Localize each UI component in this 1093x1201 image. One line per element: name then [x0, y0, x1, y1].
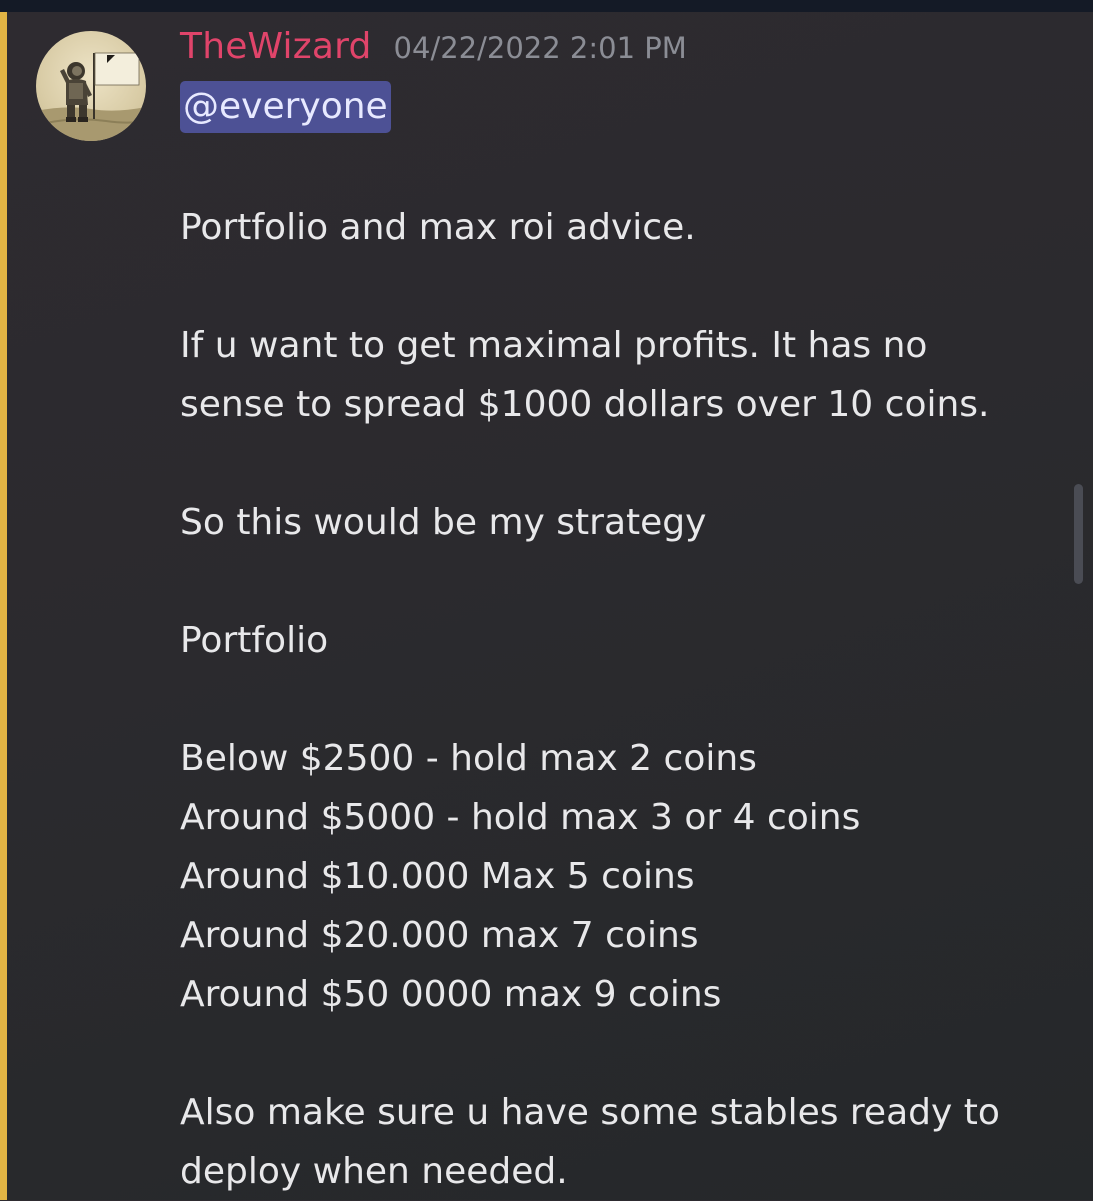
message-line: Portfolio and max roi advice.	[180, 207, 696, 248]
message-line: Around $20.000 max 7 coins	[180, 915, 699, 956]
everyone-mention[interactable]: @everyone	[180, 81, 391, 133]
top-bar	[0, 0, 1093, 12]
message-line: deploy when needed.	[180, 1151, 568, 1192]
mention-highlight-bar	[0, 12, 7, 1200]
message-line: Below $2500 - hold max 2 coins	[180, 738, 757, 779]
message-line: So this would be my strategy	[180, 502, 707, 543]
scrollbar-thumb[interactable]	[1074, 484, 1083, 584]
user-avatar[interactable]	[36, 31, 146, 141]
message-line: Portfolio	[180, 620, 329, 661]
message-line: Around $5000 - hold max 3 or 4 coins	[180, 797, 861, 838]
astronaut-flag-avatar-icon	[36, 52, 146, 141]
timestamp: 04/22/2022 2:01 PM	[393, 31, 687, 65]
username[interactable]: TheWizard	[180, 26, 372, 67]
chat-message: TheWizard 04/22/2022 2:01 PM @everyone P…	[7, 12, 1093, 1200]
message-line: Around $10.000 Max 5 coins	[180, 856, 695, 897]
message-line: If u want to get maximal profits. It has…	[180, 325, 928, 366]
message-line: Around $50 0000 max 9 coins	[180, 974, 722, 1015]
message-body: Portfolio and max roi advice. If u want t…	[180, 198, 1070, 1201]
message-line: sense to spread $1000 dollars over 10 co…	[180, 384, 990, 425]
message-line: Also make sure u have some stables ready…	[180, 1092, 1000, 1133]
message-header: TheWizard 04/22/2022 2:01 PM	[180, 26, 687, 76]
